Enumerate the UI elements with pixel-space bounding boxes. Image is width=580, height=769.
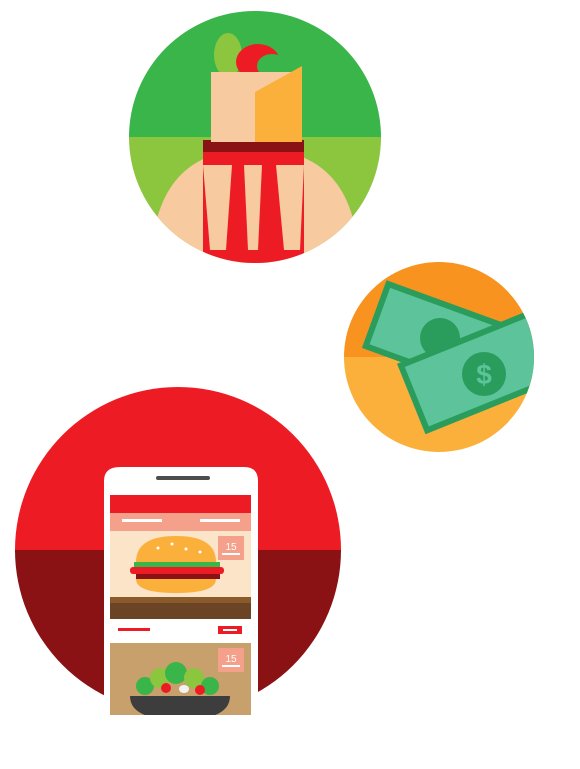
salad-tomato	[161, 683, 171, 693]
food-ordering-app-icon: 15 15	[15, 387, 341, 720]
burger-lettuce	[134, 562, 220, 567]
item-label-line	[118, 628, 150, 631]
phone-screen: 15 15	[110, 495, 251, 720]
illustration-canvas: $ 15 15	[15, 11, 534, 720]
phone-speaker	[156, 476, 210, 480]
salad-card[interactable]: 15	[110, 643, 251, 720]
price-badge-text: 15	[225, 654, 237, 665]
app-header	[110, 495, 251, 513]
salad-bowl	[130, 696, 230, 715]
burrito-wrap-icon	[129, 11, 381, 263]
price-badge-text: 15	[225, 542, 237, 553]
burger-patty	[130, 567, 224, 574]
dollar-bills-icon: $	[344, 262, 534, 452]
lettuce-right	[283, 42, 303, 70]
dollar-sign: $	[476, 359, 492, 390]
burger-card[interactable]: 15	[110, 531, 251, 597]
